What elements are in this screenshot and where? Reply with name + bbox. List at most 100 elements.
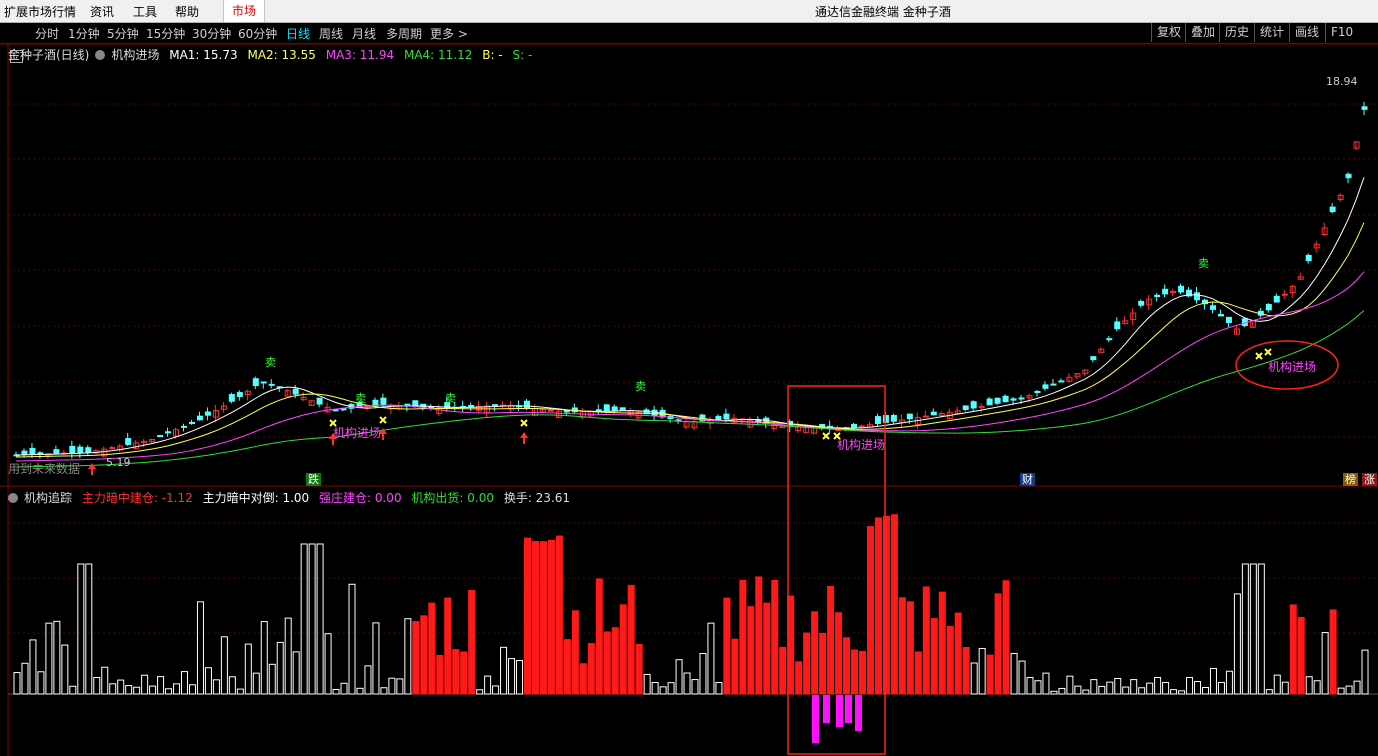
volume-bar <box>627 584 635 695</box>
volume-bar <box>898 597 906 695</box>
buy-value: B: - <box>482 48 503 62</box>
volume-bar <box>157 676 165 695</box>
indicator-dropdown-icon[interactable] <box>95 50 106 60</box>
volume-bar <box>1002 580 1010 695</box>
candle <box>1114 321 1121 330</box>
volume-bar <box>101 666 109 695</box>
volume-bar <box>1042 672 1050 695</box>
candle <box>1050 383 1057 386</box>
volume-bar <box>1289 604 1297 695</box>
candle <box>890 414 897 422</box>
sell-marker: 卖 <box>445 392 456 405</box>
sub-indicator-name[interactable]: 机构追踪 <box>24 491 72 505</box>
magenta-bar <box>823 695 830 723</box>
event-tag-die[interactable]: 跌 <box>306 473 321 486</box>
volume-bar <box>45 622 53 695</box>
candle <box>595 409 602 412</box>
volume-bar <box>866 526 874 695</box>
candle <box>1361 106 1368 110</box>
volume-bar <box>1122 686 1130 695</box>
event-tag-bang[interactable]: 榜 <box>1343 473 1358 486</box>
volume-bar <box>531 541 539 695</box>
volume-bar <box>1194 681 1202 695</box>
candle <box>316 397 323 405</box>
volume-bar <box>420 615 428 695</box>
volume-bar <box>635 643 643 695</box>
volume-bar <box>978 647 986 695</box>
sub-indicator-dropdown-icon[interactable] <box>8 493 18 503</box>
ma-line <box>15 310 1365 468</box>
kline-chart[interactable]: 卖卖 卖卖卖 <box>0 0 1378 756</box>
volume-bar <box>571 610 579 695</box>
candle <box>468 404 475 408</box>
magenta-bar <box>812 695 819 743</box>
volume-bar <box>930 618 938 695</box>
candle <box>994 397 1001 404</box>
buy-arrow-icon <box>520 432 528 444</box>
candle <box>21 450 28 456</box>
volume-bar <box>85 563 93 695</box>
volume-bar <box>763 602 771 695</box>
sell-marker: 卖 <box>265 356 276 369</box>
volume-bar <box>452 649 460 695</box>
field-zhuli-jiancang: 主力暗中建仓: -1.12 <box>81 491 193 505</box>
candle <box>380 397 387 406</box>
volume-bar <box>555 535 563 695</box>
candle <box>236 392 243 398</box>
volume-bar <box>851 649 859 695</box>
x-marker-icon <box>520 419 528 427</box>
candle <box>252 378 259 387</box>
main-chart-header: 金种子酒(日线) 机构进场 MA1: 15.73 MA2: 13.55 MA3: … <box>8 46 538 63</box>
volume-bar <box>819 632 827 695</box>
candle <box>196 415 203 421</box>
field-turnover: 换手: 23.61 <box>503 491 571 505</box>
volume-bar <box>1186 677 1194 695</box>
event-tag-cai[interactable]: 财 <box>1020 473 1035 486</box>
candle <box>1058 380 1065 383</box>
volume-bar <box>779 646 787 695</box>
stock-label: 金种子酒(日线) <box>8 48 90 62</box>
candle <box>851 423 858 428</box>
volume-bar <box>619 604 627 695</box>
candle <box>1090 356 1097 361</box>
candle <box>874 416 881 425</box>
volume-bar <box>1090 679 1098 695</box>
candle <box>906 413 913 420</box>
volume-bar <box>1010 652 1018 695</box>
volume-bar <box>484 675 492 695</box>
volume-bar <box>77 563 85 695</box>
event-tag-zhang[interactable]: 涨 <box>1362 473 1377 486</box>
volume-bar <box>747 606 755 695</box>
max-price-label: 18.94 <box>1326 75 1358 88</box>
candle <box>109 447 116 450</box>
volume-bar <box>228 676 236 695</box>
volume-bar <box>675 659 683 695</box>
min-price-label: 5.19 <box>106 456 131 469</box>
volume-bar <box>715 682 723 695</box>
volume-bar <box>970 662 978 695</box>
volume-bar <box>755 576 763 695</box>
candle <box>611 406 618 411</box>
volume-bar <box>803 632 811 695</box>
x-marker-icon <box>379 416 387 424</box>
volume-bar <box>827 585 835 695</box>
volume-bar <box>332 688 340 695</box>
volume-bar <box>1138 687 1146 695</box>
volume-bar <box>404 618 412 695</box>
volume-bar <box>938 591 946 695</box>
indicator-name[interactable]: 机构进场 <box>111 48 159 62</box>
volume-bar <box>1257 563 1265 695</box>
volume-bar <box>300 543 308 695</box>
magenta-bar <box>836 695 843 727</box>
volume-bar <box>962 647 970 695</box>
candle <box>571 407 578 413</box>
volume-bar <box>691 679 699 695</box>
signal-label: 机构进场 <box>1268 360 1317 374</box>
volume-bar <box>37 671 45 695</box>
volume-bar <box>1154 676 1162 695</box>
candle <box>986 398 993 406</box>
candle <box>157 435 164 438</box>
volume-bar <box>811 611 819 695</box>
volume-bar <box>13 672 21 695</box>
volume-bar <box>595 578 603 695</box>
